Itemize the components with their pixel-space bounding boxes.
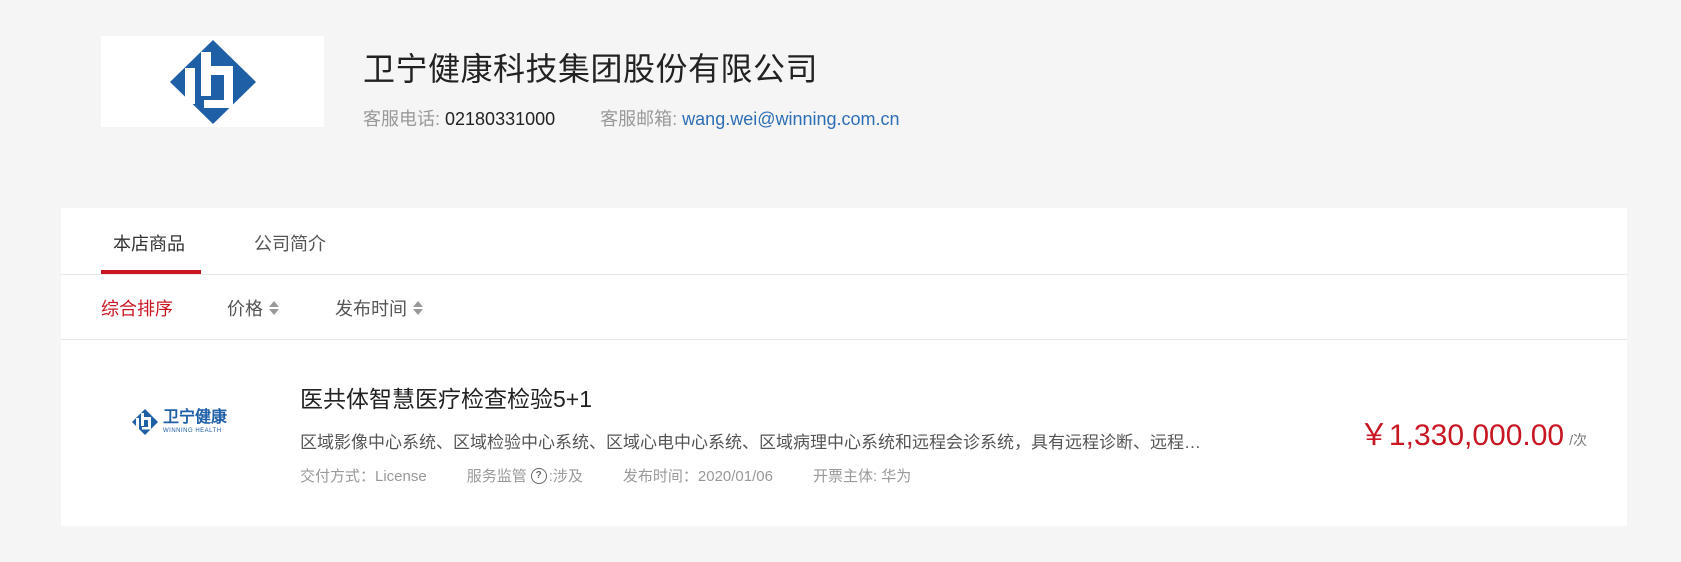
store-panel: 本店商品 公司简介 综合排序 价格 发布时间 卫宁健康 WINNING HEAL… [61,208,1627,526]
sort-default-label: 综合排序 [101,299,173,319]
company-logo [101,36,324,127]
active-tab-indicator [101,270,201,274]
product-logo[interactable]: 卫宁健康 WINNING HEALTH [131,402,261,442]
price-unit: /次 [1569,432,1587,448]
product-price: ￥1,330,000.00 /次 [1359,410,1587,454]
sort-price-label: 价格 [227,299,263,319]
product-item[interactable]: 卫宁健康 WINNING HEALTH 医共体智慧医疗检查检验5+1 区域影像中… [61,340,1627,526]
contact-info: 客服电话: 02180331000 客服邮箱: wang.wei@winning… [363,105,900,131]
sort-arrows-icon [413,301,423,315]
tab-bar: 本店商品 公司简介 [61,208,1627,275]
sort-arrows-icon [269,301,279,315]
product-logo-cn: 卫宁健康 [163,409,228,426]
publish-time: 发布时间：2020/01/06 [622,468,773,485]
product-description: 区域影像中心系统、区域检验中心系统、区域心电中心系统、区域病理中心系统和远程会诊… [300,433,1210,452]
supervision-value: :涉及 [548,468,583,485]
service-supervision: 服务监管 ? :涉及 [467,465,583,486]
tab-products[interactable]: 本店商品 [113,230,185,256]
phone-label: 客服电话: [363,109,446,129]
email-label: 客服邮箱: [600,109,683,129]
email-link[interactable]: wang.wei@winning.com.cn [682,109,899,129]
company-logo-icon [169,39,256,124]
company-name: 卫宁健康科技集团股份有限公司 [363,51,819,87]
sort-price[interactable]: 价格 [227,295,279,321]
store-header: 卫宁健康科技集团股份有限公司 客服电话: 02180331000 客服邮箱: w… [0,0,1681,200]
delivery-method: 交付方式：License [300,468,427,485]
phone-number: 02180331000 [445,109,556,129]
supervision-label: 服务监管 [466,468,527,485]
sort-bar: 综合排序 价格 发布时间 [61,275,1627,340]
tab-company-intro[interactable]: 公司简介 [254,230,326,256]
sort-publish-time-label: 发布时间 [335,299,407,319]
product-meta: 交付方式：License 服务监管 ? :涉及 发布时间：2020/01/06 … [300,465,951,486]
help-icon[interactable]: ? [530,467,547,484]
sort-publish-time[interactable]: 发布时间 [335,295,423,321]
product-logo-en: WINNING HEALTH [163,428,222,434]
invoice-entity: 开票主体: 华为 [812,468,912,485]
product-title[interactable]: 医共体智慧医疗检查检验5+1 [300,380,592,414]
brand-mark-icon [132,409,158,435]
price-amount: ￥1,330,000.00 [1358,419,1565,452]
sort-default[interactable]: 综合排序 [101,295,173,321]
